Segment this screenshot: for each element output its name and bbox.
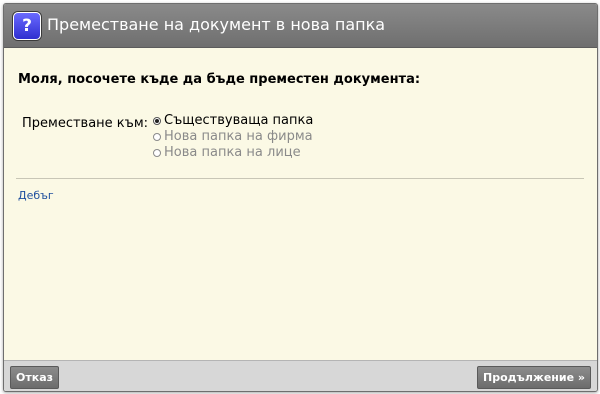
move-document-dialog: ? Преместване на документ в нова папка М… xyxy=(3,3,598,392)
radio-new-company-folder[interactable]: Нова папка на фирма xyxy=(152,129,313,145)
radio-label[interactable]: Съществуваща папка xyxy=(164,113,313,128)
radio-button-icon[interactable] xyxy=(153,149,161,157)
radio-button-icon[interactable] xyxy=(153,133,161,141)
radio-new-person-folder[interactable]: Нова папка на лице xyxy=(152,145,313,161)
destination-radio-group: Съществуваща папка Нова папка на фирма Н… xyxy=(152,113,313,161)
move-to-label: Преместване към: xyxy=(22,116,149,131)
dialog-titlebar: ? Преместване на документ в нова папка xyxy=(4,4,597,48)
dialog-footer: Отказ Продължение » xyxy=(4,360,597,391)
radio-label[interactable]: Нова папка на фирма xyxy=(164,129,313,144)
dialog-title: Преместване на документ в нова папка xyxy=(47,15,386,34)
continue-button[interactable]: Продължение » xyxy=(477,366,591,389)
radio-label[interactable]: Нова папка на лице xyxy=(164,145,301,160)
divider xyxy=(16,178,584,179)
radio-button-icon[interactable] xyxy=(153,117,161,125)
dialog-content: Моля, посочете къде да бъде преместен до… xyxy=(4,48,597,362)
instruction-text: Моля, посочете къде да бъде преместен до… xyxy=(18,72,421,87)
question-icon: ? xyxy=(13,12,41,40)
radio-existing-folder[interactable]: Съществуваща папка xyxy=(152,113,313,129)
debug-link[interactable]: Дебъг xyxy=(18,189,54,202)
cancel-button[interactable]: Отказ xyxy=(10,366,60,389)
